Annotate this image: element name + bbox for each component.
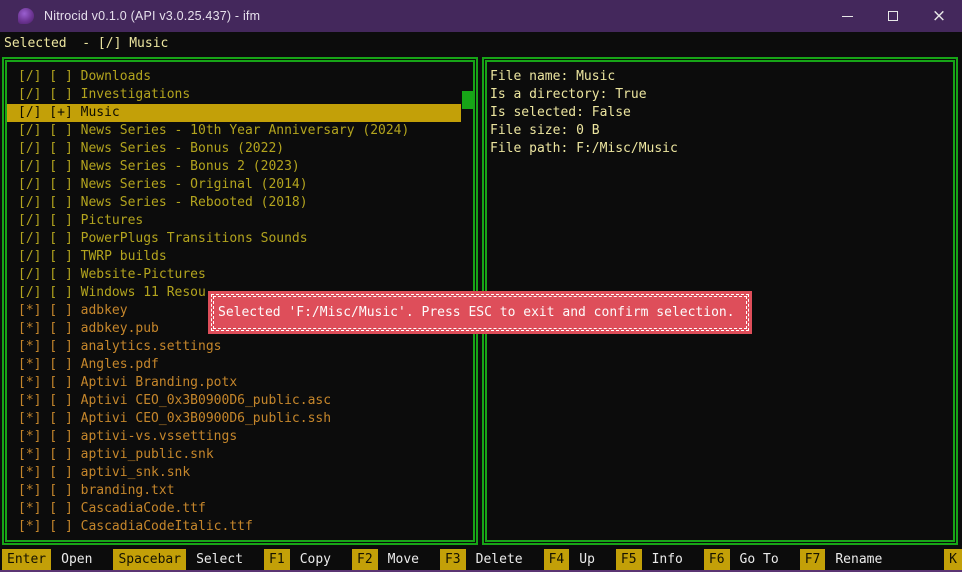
- file-list-item[interactable]: [*] [ ] Aptivi CEO_0x3B0900D6_public.ssh: [7, 410, 461, 428]
- keybinding-action: Go To: [740, 549, 779, 570]
- keybinding-action: Move: [388, 549, 419, 570]
- keybinding-action: Info: [652, 549, 683, 570]
- keybinding-action: Open: [61, 549, 92, 570]
- keybinding-bar: Enter Open Spacebar Select F1 Copy F2 Mo…: [0, 549, 962, 570]
- file-list-item[interactable]: [/] [ ] PowerPlugs Transitions Sounds: [7, 230, 461, 248]
- maximize-button[interactable]: [870, 0, 916, 32]
- app-window: Nitrocid v0.1.0 (API v3.0.25.437) - ifm …: [0, 0, 962, 572]
- selection-confirmation-dialog: Selected 'F:/Misc/Music'. Press ESC to e…: [208, 291, 752, 334]
- window-controls: ×: [824, 0, 962, 32]
- minimize-button[interactable]: [824, 0, 870, 32]
- keybinding-key[interactable]: F1: [264, 549, 290, 570]
- file-list-item[interactable]: [*] [ ] analytics.settings: [7, 338, 461, 356]
- file-list-item[interactable]: [*] [ ] aptivi-vs.vssettings: [7, 428, 461, 446]
- keybinding: F7 Rename: [800, 549, 883, 570]
- scrollbar-thumb[interactable]: [462, 91, 473, 109]
- window-title: Nitrocid v0.1.0 (API v3.0.25.437) - ifm: [44, 9, 260, 23]
- keybinding-action: Delete: [476, 549, 523, 570]
- dialog-border-outer: Selected 'F:/Misc/Music'. Press ESC to e…: [211, 294, 749, 331]
- keybinding-key[interactable]: F7: [800, 549, 826, 570]
- close-icon: ×: [932, 8, 946, 25]
- keybinding-key[interactable]: Enter: [2, 549, 51, 570]
- file-list-item[interactable]: [/] [ ] Pictures: [7, 212, 461, 230]
- close-button[interactable]: ×: [916, 0, 962, 32]
- keybinding-action: Select: [196, 549, 243, 570]
- nitrocid-logo-icon: [18, 8, 34, 24]
- keybinding: F5 Info: [616, 549, 683, 570]
- file-list-item[interactable]: [/] [ ] News Series - Bonus 2 (2023): [7, 158, 461, 176]
- file-list-item[interactable]: [*] [ ] branding.txt: [7, 482, 461, 500]
- file-list-item[interactable]: [*] [ ] CascadiaCodeItalic.ttf: [7, 518, 461, 536]
- file-list-item[interactable]: [*] [ ] CascadiaCode.ttf: [7, 500, 461, 518]
- file-list-item[interactable]: [*] [ ] Aptivi CEO_0x3B0900D6_public.asc: [7, 392, 461, 410]
- file-list-item[interactable]: [/] [ ] Downloads: [7, 68, 461, 86]
- keybinding-key[interactable]: F4: [544, 549, 570, 570]
- terminal-area: Selected - [/] Music [/] [ ] Downloads […: [0, 32, 962, 570]
- file-list-item[interactable]: [*] [ ] Aptivi Branding.potx: [7, 374, 461, 392]
- keybinding-key[interactable]: Spacebar: [113, 549, 186, 570]
- keybinding-key[interactable]: K: [944, 549, 962, 570]
- keybinding-action: Up: [579, 549, 595, 570]
- keybinding: Spacebar Select: [113, 549, 243, 570]
- file-list-item[interactable]: [/] [ ] Investigations: [7, 86, 461, 104]
- keybinding: F6 Go To: [704, 549, 779, 570]
- file-info-line: Is a directory: True: [490, 86, 953, 104]
- keybinding-key[interactable]: F2: [352, 549, 378, 570]
- keybinding-key[interactable]: F5: [616, 549, 642, 570]
- file-info-line: File size: 0 B: [490, 122, 953, 140]
- keybinding: F4 Up: [544, 549, 595, 570]
- file-list-item[interactable]: [/] [ ] News Series - 10th Year Annivers…: [7, 122, 461, 140]
- selection-status: Selected - [/] Music: [4, 35, 168, 52]
- file-list-item[interactable]: [/] [ ] News Series - Rebooted (2018): [7, 194, 461, 212]
- file-list-item[interactable]: [*] [ ] Angles.pdf: [7, 356, 461, 374]
- minimize-icon: [842, 16, 853, 17]
- file-list-item[interactable]: [/] [ ] News Series - Original (2014): [7, 176, 461, 194]
- keybinding: F1 Copy: [264, 549, 331, 570]
- keybinding-action: Rename: [835, 549, 882, 570]
- keybinding: F2 Move: [352, 549, 419, 570]
- file-list-item[interactable]: [*] [ ] aptivi_public.snk: [7, 446, 461, 464]
- titlebar: Nitrocid v0.1.0 (API v3.0.25.437) - ifm …: [0, 0, 962, 32]
- keybinding: K: [944, 549, 962, 570]
- file-list-item[interactable]: [/] [ ] TWRP builds: [7, 248, 461, 266]
- keybinding-key[interactable]: F3: [440, 549, 466, 570]
- file-info-line: File name: Music: [490, 68, 953, 86]
- maximize-icon: [888, 11, 898, 21]
- file-info-line: File path: F:/Misc/Music: [490, 140, 953, 158]
- file-list-item[interactable]: [*] [ ] aptivi_snk.snk: [7, 464, 461, 482]
- file-list-item[interactable]: [/] [+] Music: [7, 104, 461, 122]
- keybinding: F3 Delete: [440, 549, 523, 570]
- file-list-item[interactable]: [/] [ ] Website-Pictures: [7, 266, 461, 284]
- keybinding-key[interactable]: F6: [704, 549, 730, 570]
- keybinding: Enter Open: [2, 549, 92, 570]
- keybinding-action: Copy: [300, 549, 331, 570]
- file-list-item[interactable]: [/] [ ] News Series - Bonus (2022): [7, 140, 461, 158]
- file-info-line: Is selected: False: [490, 104, 953, 122]
- dialog-message: Selected 'F:/Misc/Music'. Press ESC to e…: [213, 296, 747, 329]
